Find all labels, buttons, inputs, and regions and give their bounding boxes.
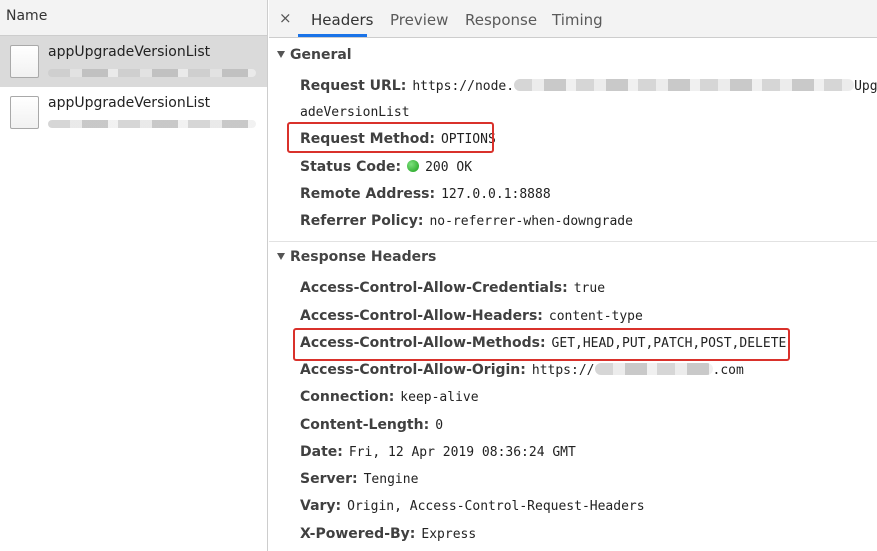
close-icon[interactable]: ×: [279, 9, 292, 27]
document-icon: [10, 45, 39, 78]
status-code-row: Status Code: 200 OK: [300, 158, 472, 177]
header-value: no-referrer-when-downgrade: [429, 214, 633, 229]
general-section-title: General: [290, 47, 352, 63]
header-value: content-type: [548, 309, 643, 324]
header-key: Request URL:: [300, 78, 407, 94]
header-key: Access-Control-Allow-Credentials:: [300, 280, 568, 296]
header-key: Status Code:: [300, 159, 402, 175]
tab-timing[interactable]: Timing: [552, 11, 603, 29]
remote-address-row: Remote Address: 127.0.0.1:8888: [300, 185, 551, 204]
header-key: X-Powered-By:: [300, 526, 416, 542]
response-header-row: Vary: Origin, Access-Control-Request-Head…: [300, 497, 645, 516]
request-name: appUpgradeVersionList: [48, 44, 211, 60]
header-key: Vary:: [300, 498, 342, 514]
header-value: .com: [712, 363, 744, 378]
request-list-panel: Name appUpgradeVersionList appUpgradeVer…: [0, 0, 268, 551]
redacted-url: [514, 79, 855, 91]
response-header-row: Access-Control-Allow-Credentials: true: [300, 279, 605, 298]
response-header-row: Access-Control-Allow-Headers: content-typ…: [300, 307, 643, 326]
active-tab-indicator: [298, 34, 367, 37]
response-header-row: X-Powered-By: Express: [300, 525, 476, 544]
request-url-wrap: adeVersionList: [300, 103, 410, 122]
triangle-down-icon: [277, 253, 285, 260]
tab-headers[interactable]: Headers: [311, 11, 373, 29]
header-value: 127.0.0.1:8888: [441, 187, 551, 202]
header-value: Fri, 12 Apr 2019 08:36:24 GMT: [348, 445, 576, 460]
request-url-blurred: [48, 65, 256, 79]
section-divider: [269, 241, 877, 242]
tab-preview[interactable]: Preview: [390, 11, 448, 29]
response-header-row: Content-Length: 0: [300, 416, 443, 435]
status-ok-icon: [407, 160, 420, 172]
response-headers-section-title: Response Headers: [290, 249, 437, 265]
highlight-box-allow-methods: [293, 328, 790, 361]
header-key: Access-Control-Allow-Origin:: [300, 362, 526, 378]
header-value: Upg: [854, 79, 877, 94]
request-url-blurred: [48, 116, 256, 130]
header-value: Express: [421, 527, 477, 542]
highlight-box-request-method: [287, 122, 494, 153]
request-row-selected[interactable]: appUpgradeVersionList: [0, 36, 267, 87]
document-icon: [10, 96, 39, 129]
request-url-row: Request URL: https://node. Upg: [300, 77, 877, 96]
header-value: true: [573, 281, 606, 296]
response-header-row: Connection: keep-alive: [300, 388, 479, 407]
header-value: adeVersionList: [300, 105, 410, 120]
header-key: Remote Address:: [300, 186, 436, 202]
header-value: 0: [435, 418, 444, 433]
request-details-panel: × Headers Preview Response Timing Genera…: [269, 0, 877, 551]
details-tabbar: × Headers Preview Response Timing: [269, 0, 877, 38]
header-key: Content-Length:: [300, 417, 430, 433]
header-key: Server:: [300, 471, 358, 487]
tab-response[interactable]: Response: [465, 11, 537, 29]
header-value: keep-alive: [400, 390, 479, 405]
header-key: Connection:: [300, 389, 395, 405]
header-key: Access-Control-Allow-Headers:: [300, 308, 543, 324]
triangle-down-icon: [277, 51, 285, 58]
name-column-label: Name: [6, 8, 48, 24]
header-value: Tengine: [363, 472, 419, 487]
response-header-row: Server: Tengine: [300, 470, 418, 489]
request-row[interactable]: appUpgradeVersionList: [0, 87, 267, 138]
header-key: Referrer Policy:: [300, 213, 424, 229]
header-key: Date:: [300, 444, 343, 460]
header-value: https://: [531, 363, 595, 378]
general-section-toggle[interactable]: General: [277, 47, 352, 63]
response-header-row: Date: Fri, 12 Apr 2019 08:36:24 GMT: [300, 443, 576, 462]
response-headers-section-toggle[interactable]: Response Headers: [277, 249, 436, 265]
redacted-origin: [594, 363, 713, 375]
name-column-header[interactable]: Name: [0, 0, 267, 36]
referrer-policy-row: Referrer Policy: no-referrer-when-downgra…: [300, 212, 633, 231]
response-header-row: Access-Control-Allow-Origin: https:// .com: [300, 361, 744, 380]
header-value: Origin, Access-Control-Request-Headers: [347, 499, 645, 514]
request-name: appUpgradeVersionList: [48, 95, 211, 111]
header-value: https://node.: [412, 79, 515, 94]
header-value: 200 OK: [425, 160, 473, 175]
